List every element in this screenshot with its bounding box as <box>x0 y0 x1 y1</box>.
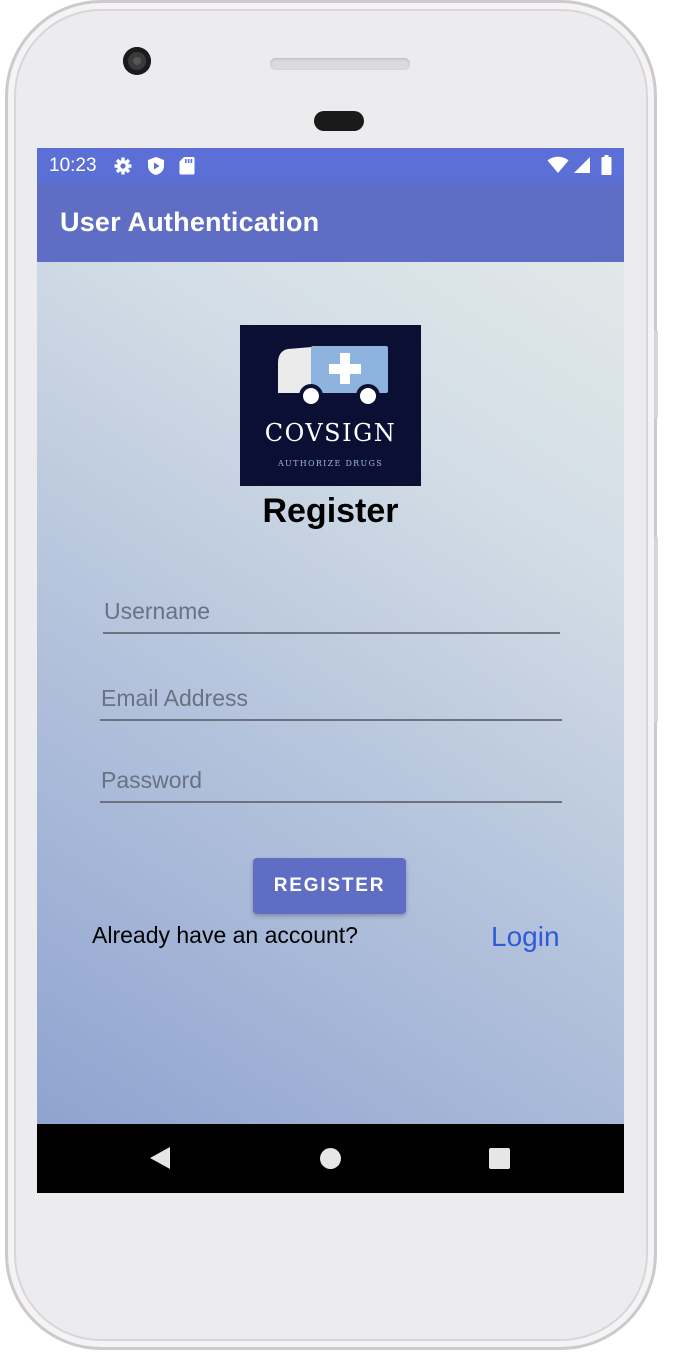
device-screen: 10:23 User Authentication COVSIGN AUTHOR… <box>37 148 624 1193</box>
register-screen: COVSIGN AUTHORIZE DRUGS Register REGISTE… <box>37 262 624 1124</box>
password-field <box>100 761 563 803</box>
sd-card-icon <box>179 156 195 175</box>
register-button[interactable]: REGISTER <box>253 858 406 914</box>
username-input[interactable] <box>103 592 561 630</box>
logo-tagline: AUTHORIZE DRUGS <box>277 459 384 468</box>
app-bar: User Authentication <box>37 183 624 262</box>
status-time: 10:23 <box>49 154 97 176</box>
logo-brand-text: COVSIGN <box>264 419 397 447</box>
register-heading: Register <box>262 492 399 530</box>
gear-icon <box>113 156 133 176</box>
battery-icon <box>601 155 612 180</box>
navigation-bar <box>37 1124 624 1193</box>
cell-signal-icon <box>573 156 591 179</box>
status-bar: 10:23 <box>37 148 624 183</box>
shield-play-icon <box>147 156 165 176</box>
proximity-sensor <box>314 111 364 131</box>
app-title: User Authentication <box>60 207 320 237</box>
wifi-icon <box>547 156 569 179</box>
volume-button <box>654 330 658 418</box>
login-link[interactable]: Login <box>491 921 560 953</box>
email-field <box>100 679 563 721</box>
covsign-logo: COVSIGN AUTHORIZE DRUGS <box>240 325 421 486</box>
already-have-account-text: Already have an account? <box>92 922 358 948</box>
email-input[interactable] <box>100 679 563 717</box>
username-field <box>103 592 561 634</box>
ambulance-icon <box>278 346 388 408</box>
password-input[interactable] <box>100 761 563 799</box>
power-button <box>654 537 658 722</box>
recents-icon[interactable] <box>489 1148 510 1169</box>
earpiece-speaker <box>270 58 410 70</box>
home-icon[interactable] <box>320 1148 341 1169</box>
front-camera <box>123 47 151 75</box>
back-icon[interactable] <box>149 1146 171 1175</box>
